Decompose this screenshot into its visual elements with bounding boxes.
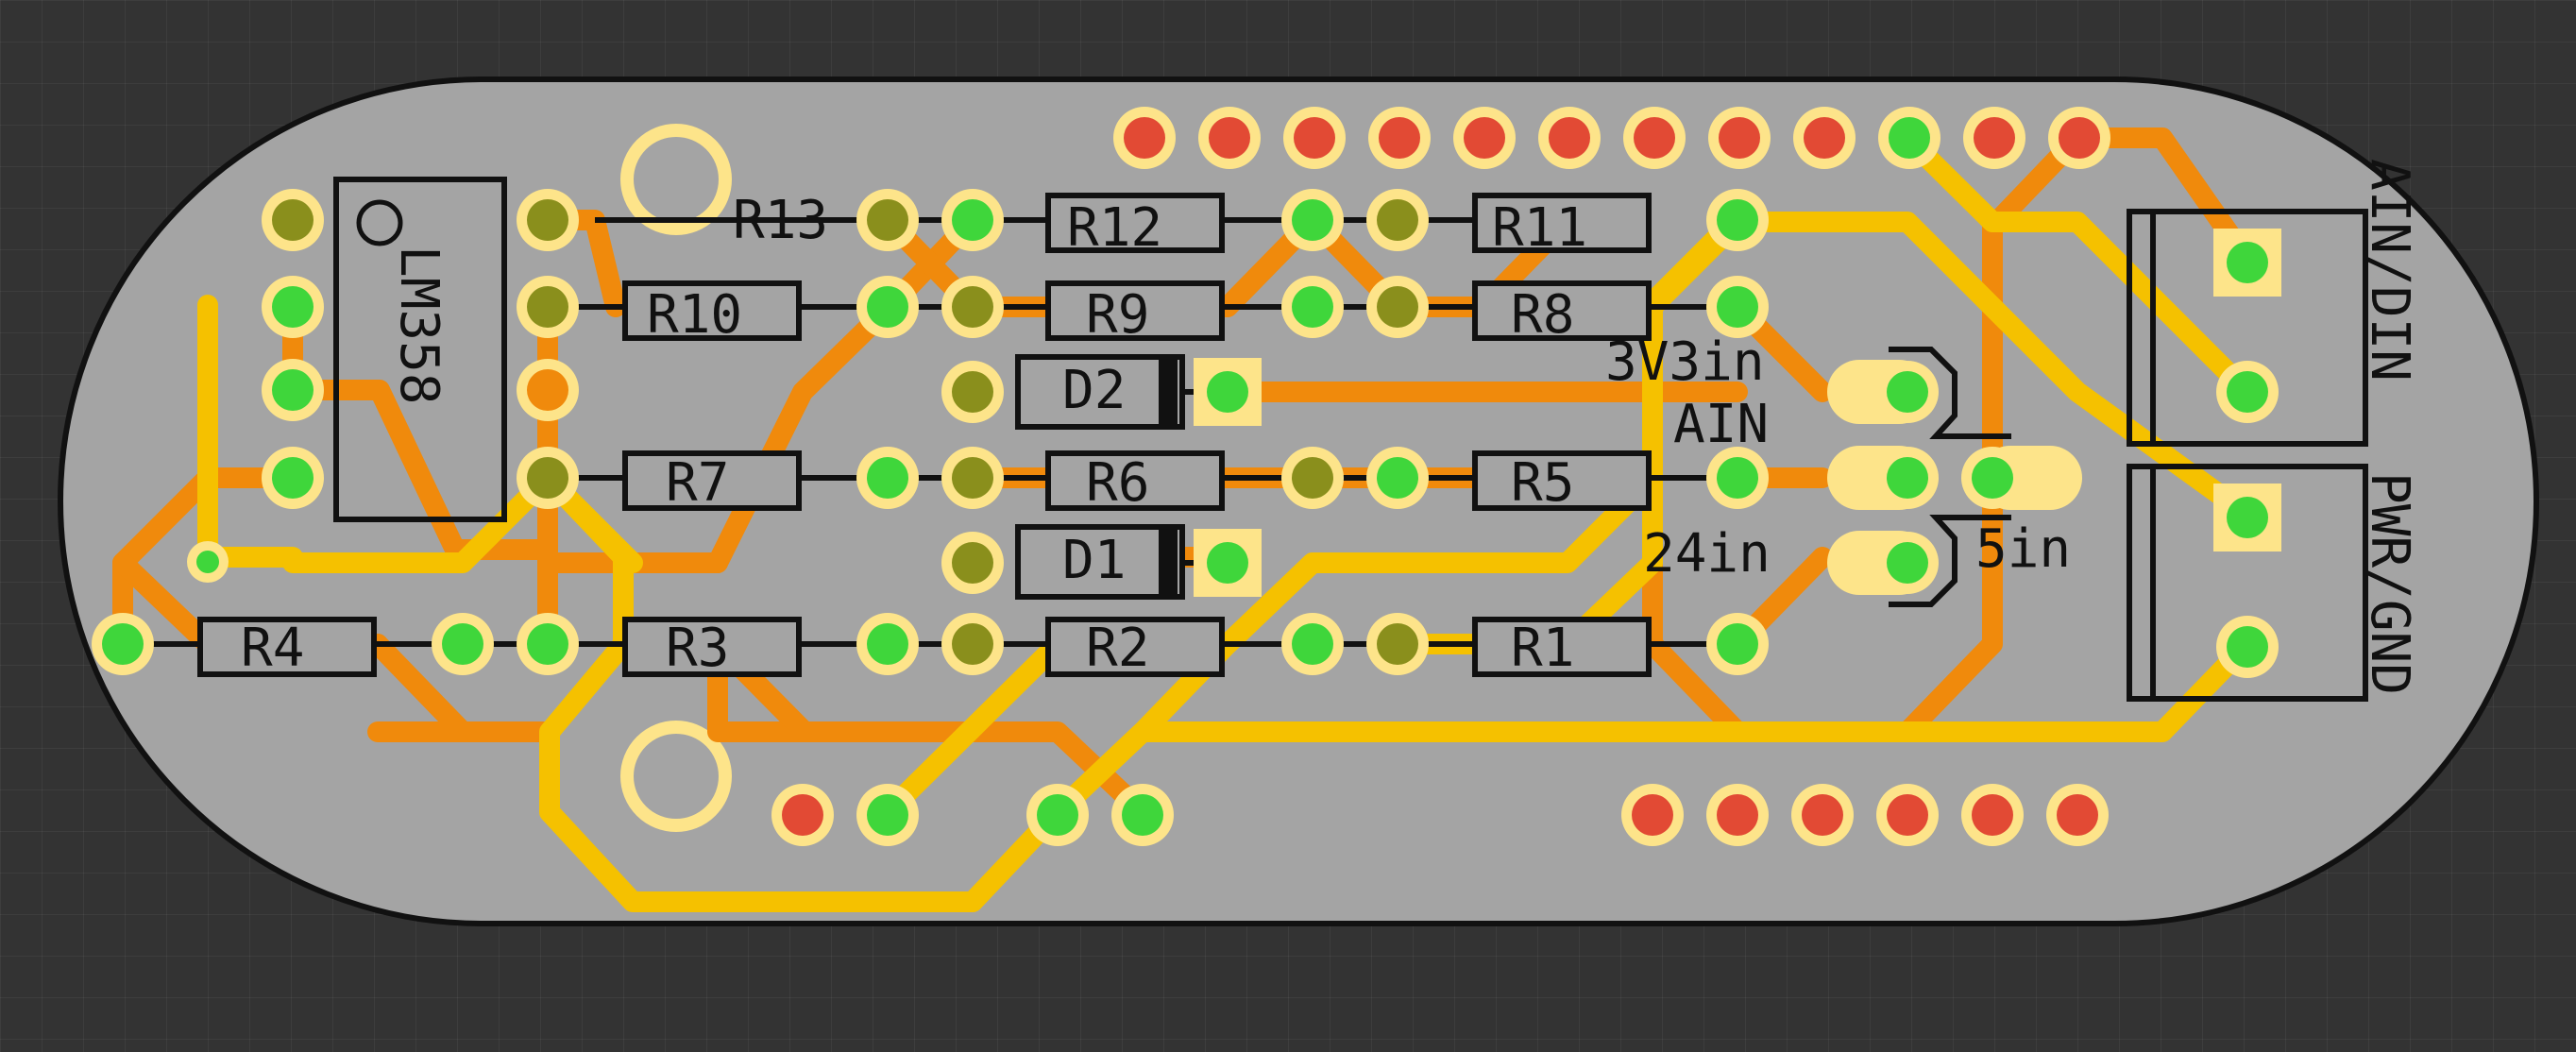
label-ain-din: AIN/DIN — [2359, 159, 2420, 382]
header-pad-bottom — [2046, 784, 2109, 846]
header-pad-bottom — [1961, 784, 2024, 846]
ic-pad — [262, 276, 324, 338]
header-pad-top — [2048, 107, 2110, 169]
via-small — [187, 541, 229, 583]
component-pad — [1366, 613, 1429, 675]
label-5in: 5in — [1975, 518, 2071, 580]
pcb-canvas: LM358 R13 R12 R11 R10 R9 R8 R7 R6 R5 R4 … — [58, 76, 2539, 926]
header-pad-top — [1623, 107, 1686, 169]
component-pad — [1281, 276, 1344, 338]
header-pad-top — [1453, 107, 1516, 169]
ic-pad — [262, 447, 324, 509]
header-pad-bottom — [1621, 784, 1684, 846]
header-pad-top — [1963, 107, 2025, 169]
label-r10: R10 — [647, 284, 742, 346]
component-pad — [941, 447, 1004, 509]
diode-pad — [941, 361, 1004, 423]
label-r2: R2 — [1086, 618, 1149, 679]
label-r7: R7 — [666, 452, 729, 514]
component-pad — [941, 276, 1004, 338]
label-r4: R4 — [241, 618, 304, 679]
header-pad-top — [1113, 107, 1176, 169]
label-d2: D2 — [1062, 360, 1126, 421]
label-r8: R8 — [1511, 284, 1574, 346]
label-r6: R6 — [1086, 452, 1149, 514]
header-pad-top — [1283, 107, 1346, 169]
component-pad — [856, 613, 919, 675]
header-pad-top — [1198, 107, 1261, 169]
ic-label: LM358 — [388, 246, 449, 405]
label-r13: R13 — [733, 190, 828, 251]
label-r3: R3 — [666, 618, 729, 679]
header-pad-bottom — [1026, 784, 1089, 846]
component-pad — [1281, 189, 1344, 251]
ic-pad — [517, 276, 579, 338]
component-pad — [856, 276, 919, 338]
header-pad-bottom — [1791, 784, 1854, 846]
ic-pad — [517, 189, 579, 251]
connector-pad — [2216, 616, 2279, 678]
component-pad — [856, 447, 919, 509]
component-pad — [1281, 613, 1344, 675]
diode-pad — [1194, 529, 1262, 597]
ic-pad — [517, 359, 579, 421]
label-d1: D1 — [1062, 530, 1126, 591]
jumper-pad — [1876, 447, 1939, 509]
header-pad-bottom — [771, 784, 834, 846]
label-r11: R11 — [1492, 197, 1587, 259]
connector-pad — [2216, 361, 2279, 423]
header-pad-bottom — [1111, 784, 1174, 846]
label-pwr-gnd: PWR/GND — [2359, 472, 2420, 695]
connector-pad — [2213, 484, 2281, 551]
ic-pad — [262, 189, 324, 251]
header-pad-top — [1793, 107, 1856, 169]
component-pad — [432, 613, 494, 675]
label-ain: AIN — [1673, 394, 1769, 455]
ic-pad — [262, 359, 324, 421]
diode-pad — [1194, 358, 1262, 426]
component-pad — [1706, 613, 1769, 675]
header-pad-bottom — [856, 784, 919, 846]
component-pad — [1366, 447, 1429, 509]
jumper-pad — [1961, 447, 2024, 509]
component-pad — [517, 613, 579, 675]
header-pad-bottom — [1706, 784, 1769, 846]
component-pad — [1366, 189, 1429, 251]
header-pad-bottom — [1876, 784, 1939, 846]
component-pad — [1281, 447, 1344, 509]
label-24in: 24in — [1643, 523, 1771, 585]
connector-pad — [2213, 229, 2281, 297]
header-pad-top — [1368, 107, 1431, 169]
jumper-pad — [1876, 532, 1939, 594]
component-pad — [92, 613, 154, 675]
component-pad — [941, 613, 1004, 675]
header-pad-top — [1708, 107, 1771, 169]
header-pad-top — [1538, 107, 1601, 169]
label-r9: R9 — [1086, 284, 1149, 346]
ic-pad — [517, 447, 579, 509]
label-r1: R1 — [1511, 618, 1574, 679]
component-pad — [856, 189, 919, 251]
component-pad — [1366, 276, 1429, 338]
label-r5: R5 — [1511, 452, 1574, 514]
component-pad — [1706, 447, 1769, 509]
component-pad — [941, 189, 1004, 251]
label-r12: R12 — [1067, 197, 1162, 259]
diode-pad — [941, 532, 1004, 594]
component-pad — [1706, 276, 1769, 338]
header-pad-top — [1878, 107, 1940, 169]
component-pad — [1706, 189, 1769, 251]
jumper-pad — [1876, 361, 1939, 423]
label-3v3in: 3V3in — [1605, 331, 1765, 393]
